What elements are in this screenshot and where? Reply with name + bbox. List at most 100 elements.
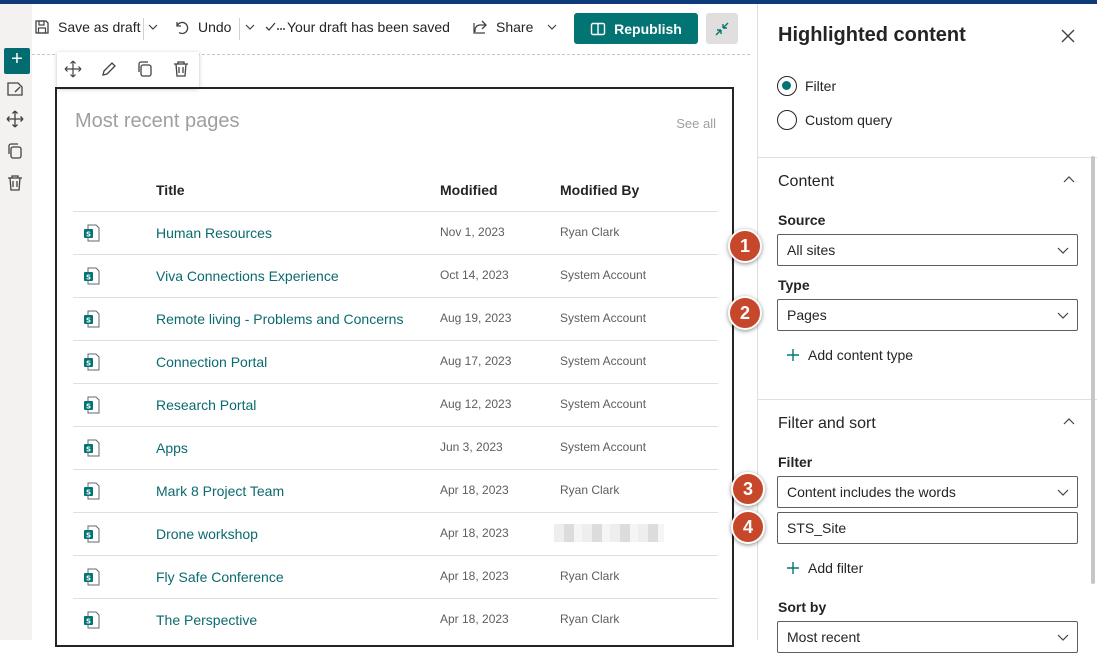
collapse-arrows-icon [715,22,729,35]
svg-text:S: S [86,574,91,582]
sharepoint-page-icon: S [84,482,100,500]
page-title-link[interactable]: Drone workshop [156,526,258,542]
move-webpart-icon[interactable] [64,60,84,80]
step-marker-2: 2 [728,296,762,330]
page-title-link[interactable]: Connection Portal [156,354,267,370]
sort-by-dropdown[interactable]: Most recent [777,621,1078,653]
page-title-link[interactable]: Remote living - Problems and Concerns [156,311,403,327]
modified-by: System Account [560,354,647,368]
add-filter-label: Add filter [808,560,864,576]
modified-by: System Account [560,397,647,411]
draft-status-text: Your draft has been saved [287,19,450,35]
modified-date: Apr 18, 2023 [440,569,509,583]
chevron-up-icon[interactable] [1062,415,1076,429]
sharepoint-page-icon: S [84,568,100,586]
radio-filter-label: Filter [805,78,837,94]
filter-dropdown[interactable]: Content includes the words [777,476,1078,508]
modified-date: Jun 3, 2023 [440,440,503,454]
duplicate-section-icon[interactable] [6,142,26,162]
chevron-down-icon [1057,247,1069,254]
content-section-header[interactable]: Content [778,173,834,191]
table-row[interactable]: S Remote living - Problems and Concerns … [73,297,718,340]
close-icon[interactable] [1060,28,1076,44]
add-content-type-button[interactable]: Add content type [786,347,913,363]
move-section-icon[interactable] [6,110,26,130]
column-header-modified-by[interactable]: Modified By [560,182,639,198]
table-row[interactable]: S Fly Safe Conference Apr 18, 2023 Ryan … [73,555,718,598]
share-icon [473,20,487,34]
step-marker-4: 4 [731,510,765,544]
chevron-down-icon [245,24,255,30]
modified-by: System Account [560,440,647,454]
table-row[interactable]: S Human Resources Nov 1, 2023 Ryan Clark [73,211,718,254]
page-title-link[interactable]: Mark 8 Project Team [156,483,284,499]
edit-section-icon[interactable] [6,80,26,100]
table-row[interactable]: S The Perspective Apr 18, 2023 Ryan Clar… [73,598,718,641]
page-title-link[interactable]: Apps [156,440,188,456]
table-row[interactable]: S Drone workshop Apr 18, 2023 [73,512,718,555]
filter-sort-section-header[interactable]: Filter and sort [778,415,876,433]
save-options-chevron[interactable] [148,4,158,50]
radio-custom-query-label: Custom query [805,112,893,128]
add-content-type-label: Add content type [808,347,914,363]
step-marker-1: 1 [728,229,762,263]
add-section-button[interactable]: + [4,48,30,74]
modified-date: Apr 18, 2023 [440,526,509,540]
page-title-link[interactable]: Human Resources [156,225,272,241]
step-marker-3: 3 [731,472,765,506]
undo-label: Undo [198,19,232,35]
svg-text:S: S [86,316,91,324]
chevron-up-icon[interactable] [1062,173,1076,187]
table-row[interactable]: S Apps Jun 3, 2023 System Account [73,426,718,469]
highlighted-content-webpart[interactable]: Most recent pages See all Title Modified… [55,87,734,647]
sharepoint-page-icon: S [84,353,100,371]
sort-by-label: Sort by [778,599,827,615]
modified-by: System Account [560,311,647,325]
republish-button[interactable]: Republish [574,13,698,44]
svg-text:S: S [86,617,91,625]
radio-filter[interactable]: Filter [777,76,836,96]
edit-webpart-icon[interactable] [100,60,120,80]
radio-custom-query[interactable]: Custom query [777,110,892,130]
pane-scrollbar[interactable] [1091,156,1095,584]
page-title-link[interactable]: The Perspective [156,612,257,628]
modified-date: Apr 18, 2023 [440,483,509,497]
share-button[interactable]: Share [472,4,557,50]
source-value: All sites [787,242,836,258]
modified-date: Aug 12, 2023 [440,397,512,411]
chevron-down-icon [1057,634,1069,641]
radio-selected-indicator [777,76,797,96]
sharepoint-page-icon: S [84,267,100,285]
undo-options-chevron[interactable] [245,4,255,50]
table-row[interactable]: S Mark 8 Project Team Apr 18, 2023 Ryan … [73,469,718,512]
duplicate-webpart-icon[interactable] [136,60,156,80]
collapse-pane-button[interactable] [706,13,738,44]
filter-keyword-input[interactable]: STS_Site [777,512,1078,544]
sharepoint-page-icon: S [84,439,100,457]
save-as-draft-button[interactable]: Save as draft [34,4,141,50]
modified-by: Ryan Clark [560,225,620,239]
column-header-modified[interactable]: Modified [440,182,498,198]
delete-section-icon[interactable] [6,174,26,194]
page-title-link[interactable]: Research Portal [156,397,256,413]
page-title-link[interactable]: Viva Connections Experience [156,268,339,284]
table-row[interactable]: S Research Portal Aug 12, 2023 System Ac… [73,383,718,426]
column-header-title[interactable]: Title [156,182,185,198]
add-filter-button[interactable]: Add filter [786,560,863,576]
table-row[interactable]: S Viva Connections Experience Oct 14, 20… [73,254,718,297]
type-dropdown[interactable]: Pages [777,299,1078,331]
svg-text:S: S [86,531,91,539]
radio-unselected-indicator [777,110,797,130]
chevron-down-icon [1057,489,1069,496]
page-title-link[interactable]: Fly Safe Conference [156,569,284,585]
undo-button[interactable]: Undo [174,4,231,50]
source-dropdown[interactable]: All sites [777,234,1078,266]
filter-value: Content includes the words [787,484,956,500]
modified-date: Nov 1, 2023 [440,225,505,239]
save-as-draft-label: Save as draft [58,19,141,35]
delete-webpart-icon[interactable] [172,60,192,80]
chevron-down-icon [1057,312,1069,319]
see-all-link[interactable]: See all [676,116,716,131]
modified-by: Ryan Clark [560,569,620,583]
table-row[interactable]: S Connection Portal Aug 17, 2023 System … [73,340,718,383]
